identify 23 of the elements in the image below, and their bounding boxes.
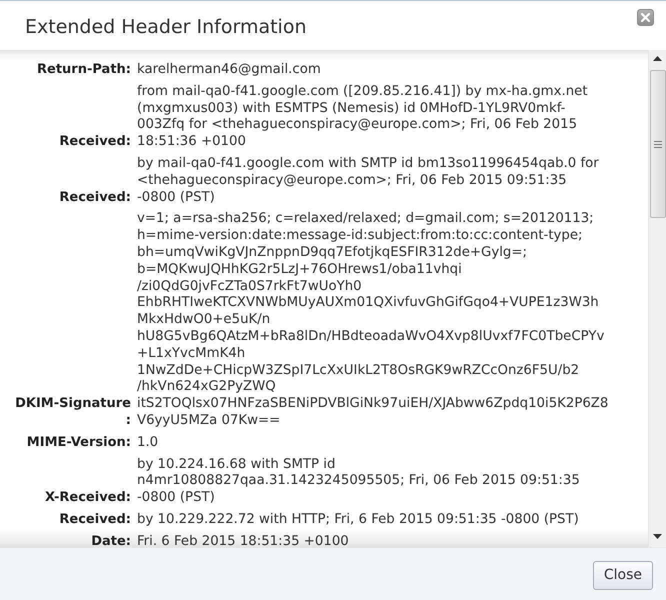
scrollbar-thumb[interactable] bbox=[650, 70, 666, 218]
header-name: Received: bbox=[58, 512, 131, 529]
header-value: v=1; a=rsa-sha256; c=relaxed/relaxed; d=gmail.com; s=20120113; h=mime-version:date:message-id:subject:from:to:cc:content-type; bh=umqVwiKgVJnZnppnD9qq7EfotjkqESFIR312de+Gylg=; b=MQKwuJQHhKG2r5LzJ+76OHrews1/oba11vhqi /zi0QdG0jvFcZTa0S7rkFt7wUoYh0 EhbRHTIweKTCXVNWbMUyAUXm01QXivfuvGhGifGqo4+VUPE1z3W3h MkxHdwO0+e5uK/n hU8G5vBg6QAtzM+bRa8lDn/HBdteoadaWvO4Xvp8lUvxf7FC0TbeCPYv +L1xYvcMmK4h 1NwZdDe+CHicpW3ZSpI7LcXxUIkL2T8OsRGK9wRZCcOnz6F5U/b2 /hkVn624xG2PyZWQ itS2TOQlsx07HNFzaSBENiPDVBlGiNk97uiEH/XJAbww6Zpdq10i5K2P6Z8 V6yyU5MZa 07Kw== bbox=[137, 211, 608, 430]
dialog-title: Extended Header Information bbox=[25, 16, 306, 38]
header-value: karelherman46@gmail.com bbox=[137, 62, 321, 79]
header-value: by 10.229.222.72 with HTTP; Fri, 6 Feb 2015 09:51:35 -0800 (PST) bbox=[137, 512, 579, 529]
header-name: Received: bbox=[58, 190, 131, 206]
close-button[interactable]: Close bbox=[592, 560, 653, 590]
header-name: DKIM-Signature: bbox=[14, 396, 131, 430]
header-name: Return-Path: bbox=[36, 62, 131, 79]
header-value: by mail-qa0-f41.google.com with SMTP id bm13so11996454qab.0 for <thehagueconspiracy@europe.com>; Fri, 06 Feb 2015 09:51:35 -0800 (PST) bbox=[137, 156, 599, 206]
header-name: X-Received: bbox=[44, 490, 131, 507]
header-name: Date: bbox=[90, 534, 131, 547]
header-name: MIME-Version: bbox=[26, 434, 131, 452]
scroll-up-arrow-icon[interactable] bbox=[653, 56, 662, 61]
header-value: Fri. 6 Feb 2015 18:51:35 +0100 bbox=[137, 534, 349, 547]
scroll-down-arrow-icon[interactable] bbox=[653, 534, 662, 539]
header-value: from mail-qa0-f41.google.com ([209.85.216.41]) by mx-ha.gmx.net (mxgmxus003) with ESMTPS (Nemesis) id 0MHofD-1YL9RV0mkf- 003Zfq for <thehagueconspiracy@europe.com>; Fri, 06 Feb 2015 18:51:36 +0100 bbox=[137, 84, 588, 151]
grip-icon bbox=[654, 140, 662, 148]
header-value: by 10.224.16.68 with SMTP id n4mr10808827qaa.31.1423245095505; Fri, 06 Feb 2015 09:51:35 -0800 (PST) bbox=[137, 456, 580, 507]
header-name: Received: bbox=[58, 134, 131, 151]
close-icon[interactable] bbox=[637, 9, 654, 26]
header-value: 1.0 bbox=[137, 434, 158, 452]
